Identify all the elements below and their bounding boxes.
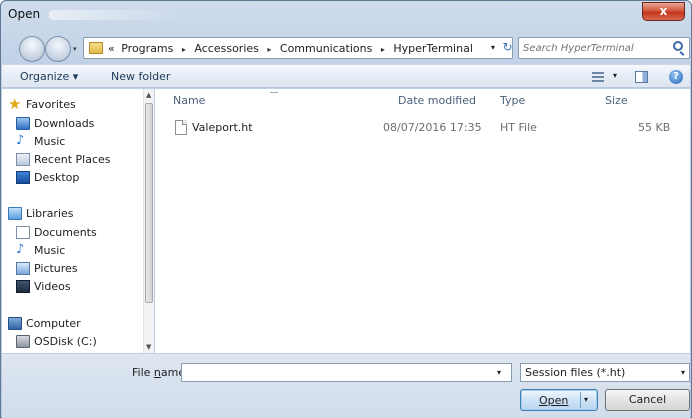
sidebar-item-recent-places[interactable]: Recent Places	[2, 151, 142, 169]
search-box[interactable]	[518, 37, 690, 59]
star-icon: ★	[8, 95, 22, 113]
cancel-button[interactable]: Cancel	[605, 389, 690, 411]
sidebar-item-music[interactable]: ♪ Music	[2, 133, 142, 151]
sidebar-item-videos[interactable]: Videos	[2, 278, 142, 296]
file-date-modified: 08/07/2016 17:35	[383, 121, 482, 134]
file-size: 55 KB	[638, 121, 671, 134]
title-bar: Open x	[1, 1, 691, 29]
sidebar-item-label: OSDisk (C:)	[34, 335, 97, 348]
file-list: Name Date modified Type Size Valeport.ht…	[155, 89, 690, 353]
music-icon: ♪	[16, 133, 25, 148]
desktop-icon	[16, 171, 30, 184]
breadcrumb-item-accessories[interactable]: Accessories	[194, 42, 258, 55]
scroll-down-icon[interactable]: ▼	[146, 343, 151, 351]
column-header-size[interactable]: Size	[605, 94, 628, 107]
breadcrumb-separator[interactable]: ▸	[182, 45, 186, 54]
change-view-icon[interactable]	[592, 72, 604, 82]
breadcrumb-overflow[interactable]: «	[108, 42, 115, 55]
dialog-footer: File name: ▾ Session files (*.ht) ▾ Open…	[2, 353, 690, 418]
recent-places-icon	[16, 153, 30, 166]
sidebar-item-desktop[interactable]: Desktop	[2, 169, 142, 187]
scrollbar-thumb[interactable]	[145, 103, 153, 303]
sidebar-group-label: Libraries	[26, 207, 74, 220]
computer-icon	[8, 317, 22, 330]
breadcrumb-separator[interactable]: ▸	[381, 45, 385, 54]
sidebar-item-label: Music	[34, 135, 66, 148]
sidebar-item-music[interactable]: ♪ Music	[2, 242, 142, 260]
search-input[interactable]	[523, 40, 663, 56]
split-divider	[580, 392, 581, 408]
close-button[interactable]: x	[642, 2, 685, 21]
open-options-dropdown-icon[interactable]: ▾	[584, 395, 588, 404]
sort-indicator-icon	[270, 92, 278, 96]
navigation-pane: ★ Favorites Downloads ♪ Music Recent Pla…	[2, 89, 154, 353]
sidebar-item-label: Videos	[34, 280, 71, 293]
file-type: HT File	[500, 121, 537, 134]
open-button[interactable]: Open ▾	[520, 389, 598, 411]
pictures-icon	[16, 262, 30, 275]
breadcrumb-item-communications[interactable]: Communications	[280, 42, 372, 55]
videos-icon	[16, 280, 30, 293]
recent-pages-dropdown-icon[interactable]: ▾	[73, 45, 77, 53]
sidebar-item-label: Documents	[34, 226, 97, 239]
address-dropdown-icon[interactable]: ▾	[491, 43, 495, 52]
view-options-dropdown-icon[interactable]: ▾	[613, 71, 617, 80]
chevron-down-icon: ▾	[680, 368, 685, 377]
title-bar-decoration	[49, 10, 179, 20]
downloads-icon	[16, 117, 30, 130]
file-icon	[175, 120, 187, 135]
open-button-label: Open	[539, 394, 569, 407]
sidebar-group-libraries[interactable]: Libraries	[2, 205, 142, 223]
search-icon[interactable]	[673, 41, 683, 51]
navigation-scrollbar[interactable]: ▲ ▼	[143, 89, 154, 353]
file-name-field[interactable]	[181, 363, 512, 382]
window-title: Open	[8, 7, 41, 21]
file-name-dropdown-icon[interactable]: ▾	[497, 368, 501, 377]
column-header-type[interactable]: Type	[500, 94, 525, 107]
breadcrumb-item-hyperterminal[interactable]: HyperTerminal	[393, 42, 473, 55]
folder-icon	[89, 42, 103, 54]
sidebar-item-label: Downloads	[34, 117, 95, 130]
file-row[interactable]: Valeport.ht 08/07/2016 17:35 HT File 55 …	[155, 119, 690, 137]
sidebar-group-computer[interactable]: Computer	[2, 315, 142, 333]
new-folder-button[interactable]: New folder	[111, 70, 170, 83]
file-name-input[interactable]	[182, 364, 511, 381]
sidebar-group-favorites[interactable]: ★ Favorites	[2, 96, 142, 114]
documents-icon	[16, 226, 30, 239]
sidebar-item-label: Desktop	[34, 171, 80, 184]
scroll-up-icon[interactable]: ▲	[146, 91, 151, 99]
disk-icon	[16, 335, 30, 348]
sidebar-item-downloads[interactable]: Downloads	[2, 115, 142, 133]
column-header-name[interactable]: Name	[173, 94, 205, 107]
breadcrumb-separator[interactable]: ▸	[267, 45, 271, 54]
breadcrumb: « Programs ▸ Accessories ▸ Communication…	[108, 42, 473, 55]
open-dialog: Open x ▾ « Programs ▸ Accessories ▸ Comm…	[0, 0, 692, 418]
music-icon: ♪	[16, 242, 25, 257]
sidebar-item-pictures[interactable]: Pictures	[2, 260, 142, 278]
help-icon[interactable]: ?	[669, 70, 683, 84]
sidebar-item-label: Pictures	[34, 262, 78, 275]
file-type-select[interactable]: Session files (*.ht) ▾	[520, 363, 690, 382]
back-arrow-icon[interactable]	[19, 36, 45, 62]
forward-arrow-icon[interactable]	[45, 36, 71, 62]
organize-button[interactable]: Organize ▾	[20, 70, 78, 83]
libraries-icon	[8, 207, 22, 220]
file-name: Valeport.ht	[192, 121, 253, 134]
sidebar-item-documents[interactable]: Documents	[2, 224, 142, 242]
sidebar-group-label: Favorites	[26, 98, 76, 111]
sidebar-group-label: Computer	[26, 317, 81, 330]
refresh-icon[interactable]: ↻	[498, 37, 517, 59]
address-bar[interactable]: « Programs ▸ Accessories ▸ Communication…	[83, 37, 513, 59]
sidebar-item-label: Music	[34, 244, 66, 257]
column-header-date-modified[interactable]: Date modified	[398, 94, 476, 107]
command-bar: Organize ▾ New folder ▾ ?	[2, 64, 690, 88]
sidebar-item-osdisk[interactable]: OSDisk (C:)	[2, 333, 142, 351]
breadcrumb-item-programs[interactable]: Programs	[121, 42, 173, 55]
sidebar-item-label: Recent Places	[34, 153, 111, 166]
preview-pane-icon[interactable]	[635, 71, 648, 83]
file-type-value: Session files (*.ht)	[525, 366, 626, 379]
